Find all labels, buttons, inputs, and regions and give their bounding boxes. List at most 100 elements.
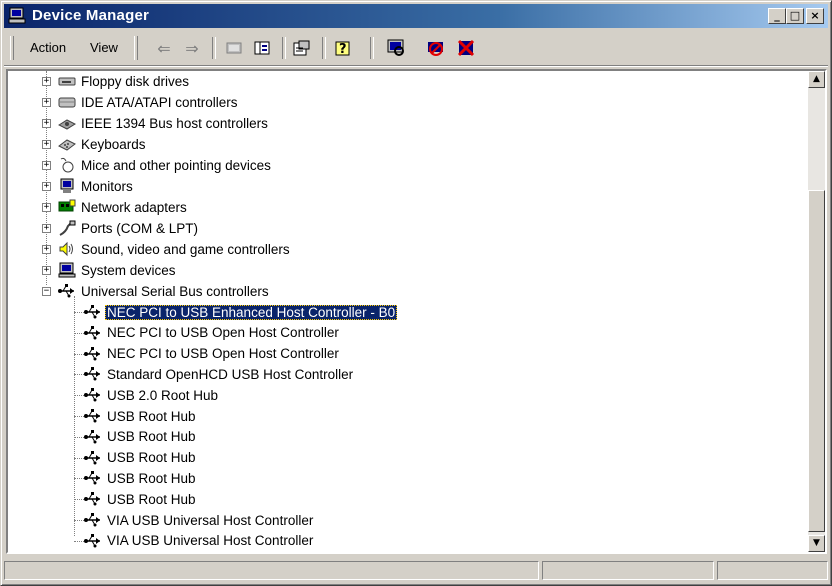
usb-device-item[interactable]: VIA USB Universal Host Controller <box>84 531 313 551</box>
menu-toolbar: Action View ⇐ ⇒ ? <box>4 31 828 66</box>
usb-device-icon <box>84 450 100 465</box>
scan-hardware-icon[interactable] <box>384 37 408 59</box>
status-pane <box>4 561 539 580</box>
node-label: System devices <box>81 262 176 278</box>
tree-line <box>74 457 84 459</box>
usb-device-item[interactable]: USB Root Hub <box>84 427 196 447</box>
usb-device-icon <box>84 388 100 402</box>
expand-toggle[interactable]: + <box>42 224 51 233</box>
tree-node-usb-controllers[interactable]: − Universal Serial Bus controllers <box>42 281 269 301</box>
vertical-scrollbar[interactable]: ▲ ▼ <box>808 71 825 552</box>
expand-toggle[interactable]: + <box>42 245 51 254</box>
usb-device-item[interactable]: VIA USB Universal Host Controller <box>84 510 313 530</box>
sound-icon <box>59 241 73 257</box>
maximize-button[interactable]: □ <box>786 8 804 24</box>
floppy-drive-icon <box>58 77 76 86</box>
tree-node-network-adapters[interactable]: + Network adapters <box>42 197 187 217</box>
usb-device-item[interactable]: NEC PCI to USB Enhanced Host Controller … <box>84 302 398 322</box>
tree-node-sound-video-game[interactable]: + Sound, video and game controllers <box>42 239 290 259</box>
network-adapter-icon <box>58 199 76 212</box>
disable-device-icon[interactable] <box>424 37 448 59</box>
usb-device-icon <box>84 305 100 319</box>
collapse-toggle[interactable]: − <box>42 287 51 296</box>
tree-node-ide-controllers[interactable]: + IDE ATA/ATAPI controllers <box>42 92 238 112</box>
window-title: Device Manager <box>32 7 150 24</box>
keyboard-icon <box>58 139 76 151</box>
node-label: USB 2.0 Root Hub <box>107 387 219 403</box>
menu-view[interactable]: View <box>90 40 118 55</box>
tree-node-monitors[interactable]: + Monitors <box>42 176 133 196</box>
properties-icon[interactable] <box>290 37 314 59</box>
tree-node-system-devices[interactable]: + System devices <box>42 260 176 280</box>
tree-line <box>74 416 84 417</box>
expand-toggle[interactable]: + <box>42 77 51 86</box>
tree-line <box>74 395 84 397</box>
expand-toggle[interactable]: + <box>42 182 51 191</box>
mouse-icon <box>60 157 74 173</box>
toolbar-grip[interactable] <box>10 36 14 60</box>
node-label: USB Root Hub <box>107 408 196 424</box>
node-label: VIA USB Universal Host Controller <box>107 512 314 528</box>
node-label: Keyboards <box>81 136 146 152</box>
node-label: Monitors <box>81 178 133 194</box>
scroll-down-button[interactable]: ▼ <box>808 535 825 552</box>
usb-device-item[interactable]: USB Root Hub <box>84 468 196 488</box>
tree-node-mice[interactable]: + Mice and other pointing devices <box>42 155 271 175</box>
usb-device-item[interactable]: NEC PCI to USB Open Host Controller <box>84 323 339 343</box>
usb-icon <box>58 284 74 298</box>
tree-node-ports[interactable]: + Ports (COM & LPT) <box>42 218 198 238</box>
expand-toggle[interactable]: + <box>42 266 51 275</box>
node-label: NEC PCI to USB Open Host Controller <box>107 325 339 341</box>
node-label: Standard OpenHCD USB Host Controller <box>107 366 354 382</box>
node-label: Universal Serial Bus controllers <box>81 283 269 299</box>
expand-toggle[interactable]: + <box>42 140 51 149</box>
usb-device-icon <box>84 471 100 485</box>
usb-device-item[interactable]: USB Root Hub <box>84 406 196 426</box>
close-button[interactable]: × <box>806 8 824 24</box>
usb-device-item[interactable]: USB 2.0 Root Hub <box>84 385 218 405</box>
tree-line <box>74 353 84 355</box>
tree-line <box>74 478 84 480</box>
node-label: USB Root Hub <box>107 470 196 486</box>
usb-device-icon <box>84 492 100 506</box>
show-hide-tree-icon[interactable] <box>250 37 274 59</box>
tree-node-ieee1394[interactable]: + IEEE 1394 Bus host controllers <box>42 113 268 133</box>
usb-device-item[interactable]: NEC PCI to USB Open Host Controller <box>84 344 339 364</box>
help-icon[interactable]: ? <box>332 37 356 59</box>
tree-line <box>74 332 84 334</box>
toolbar-grip[interactable] <box>134 36 138 60</box>
up-icon[interactable] <box>222 37 246 59</box>
usb-device-item[interactable]: Standard OpenHCD USB Host Controller <box>84 364 353 384</box>
usb-device-item[interactable]: USB Root Hub <box>84 448 196 468</box>
usb-device-item[interactable]: USB Root Hub <box>84 489 196 509</box>
expand-toggle[interactable]: + <box>42 98 51 107</box>
expand-toggle[interactable]: + <box>42 161 51 170</box>
usb-device-icon <box>84 409 100 423</box>
tree-line <box>74 374 84 376</box>
tree-node-floppy-disk-drives[interactable]: + Floppy disk drives <box>42 71 189 91</box>
device-tree-panel: + Floppy disk drives + IDE ATA/ATAPI con… <box>6 69 827 554</box>
system-device-icon <box>58 262 76 278</box>
forward-icon[interactable]: ⇒ <box>180 37 204 59</box>
tree-line <box>74 436 84 438</box>
device-tree[interactable]: + Floppy disk drives + IDE ATA/ATAPI con… <box>8 71 808 552</box>
usb-device-icon <box>84 513 100 527</box>
node-label: Mice and other pointing devices <box>81 157 271 173</box>
node-label: IDE ATA/ATAPI controllers <box>81 94 238 110</box>
node-label: NEC PCI to USB Enhanced Host Controller … <box>105 304 398 320</box>
node-label: USB Root Hub <box>107 491 196 507</box>
toolbar-separator <box>322 37 326 59</box>
scroll-up-button[interactable]: ▲ <box>808 71 825 88</box>
menu-action[interactable]: Action <box>30 40 66 55</box>
uninstall-device-icon[interactable] <box>454 37 478 59</box>
back-icon[interactable]: ⇐ <box>152 37 176 59</box>
status-bar <box>4 558 828 582</box>
expand-toggle[interactable]: + <box>42 119 51 128</box>
scroll-thumb[interactable] <box>808 190 825 532</box>
title-bar[interactable]: Device Manager _ □ × <box>4 4 828 28</box>
node-label: Floppy disk drives <box>81 73 190 89</box>
minimize-button[interactable]: _ <box>768 8 786 24</box>
tree-node-keyboards[interactable]: + Keyboards <box>42 134 146 154</box>
expand-toggle[interactable]: + <box>42 203 51 212</box>
tree-line <box>74 499 84 501</box>
